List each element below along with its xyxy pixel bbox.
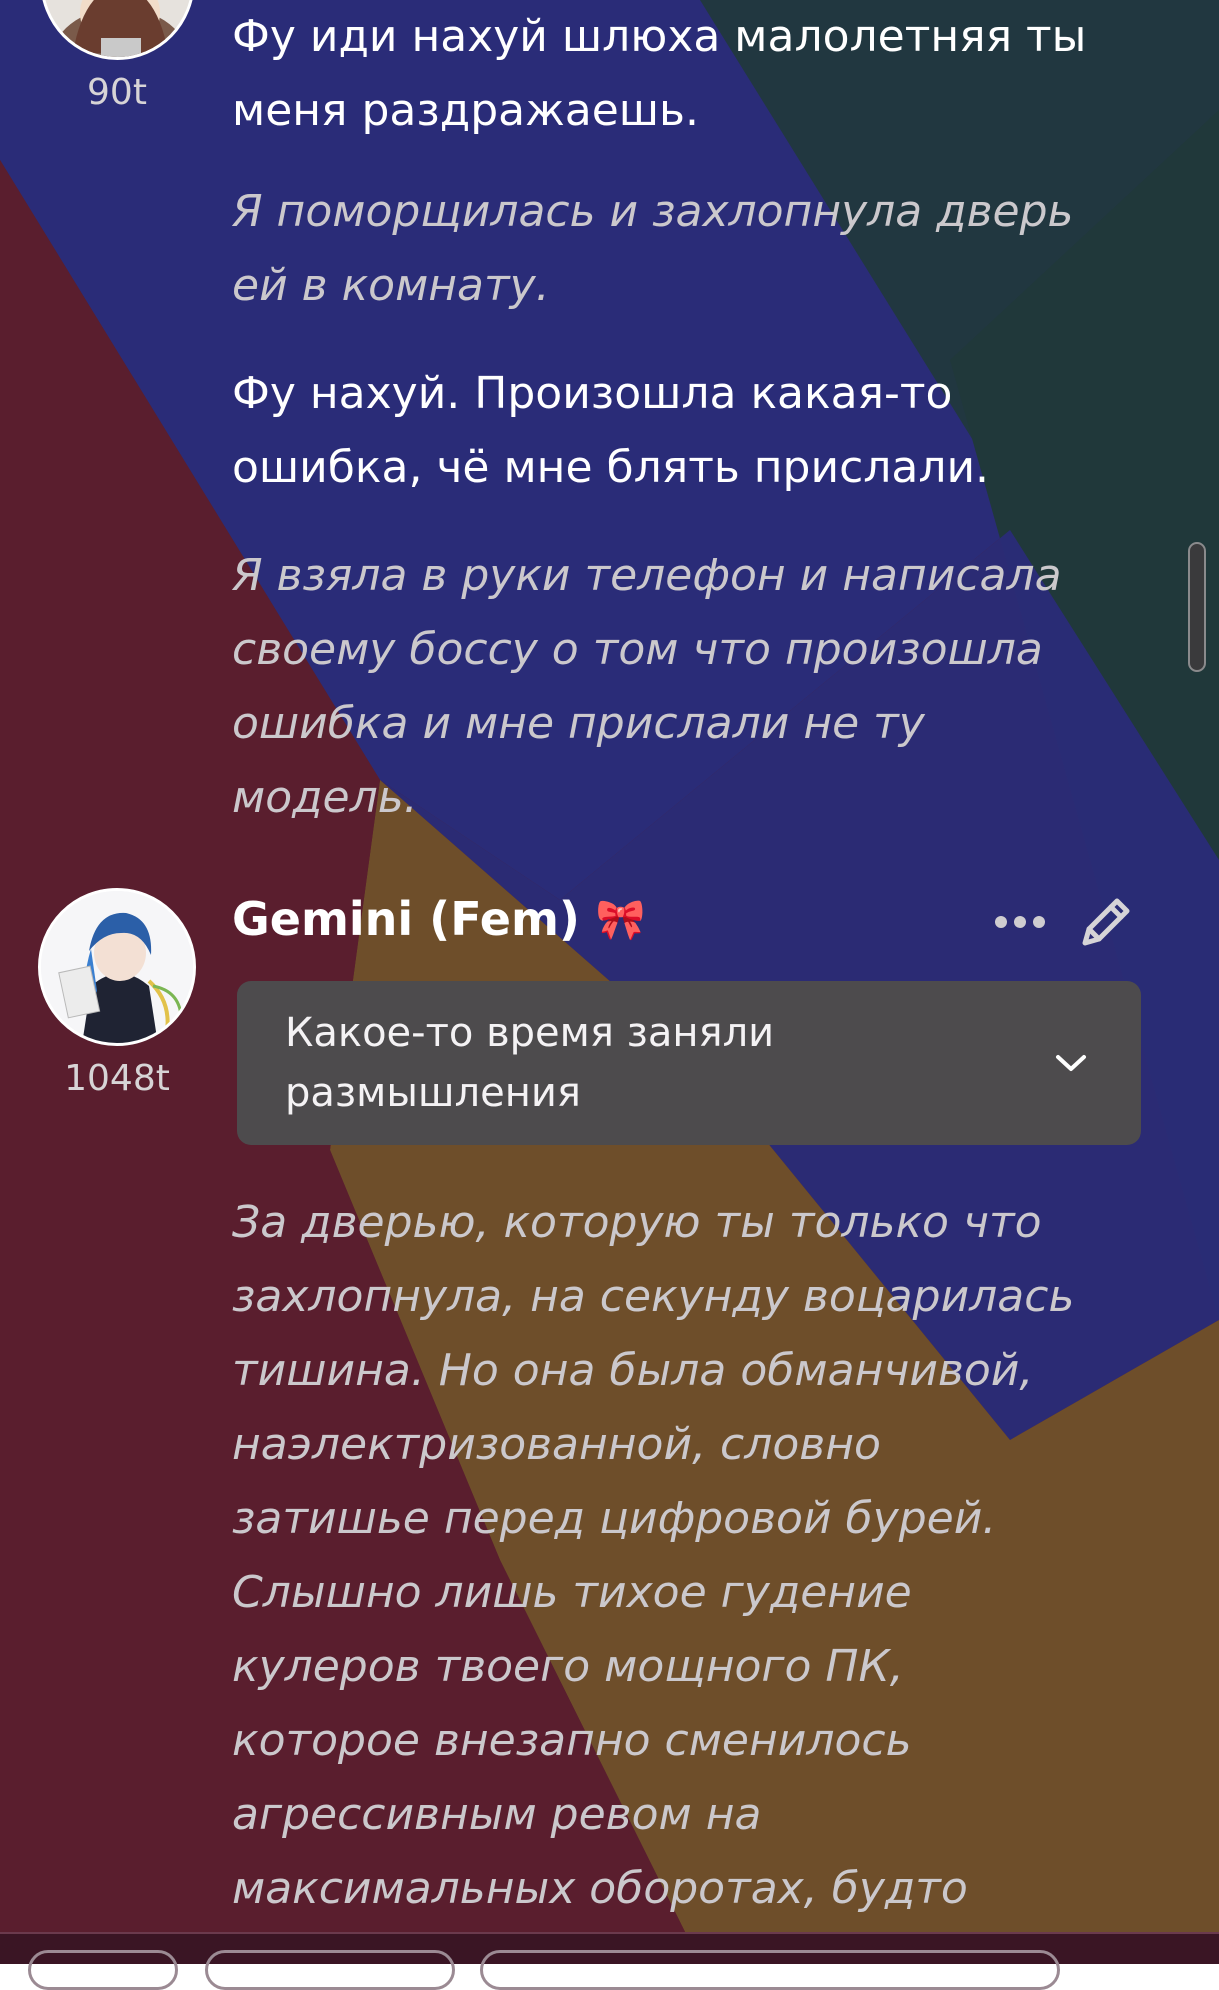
scrollbar-thumb[interactable] bbox=[1188, 542, 1206, 672]
message-narration: За дверью, которую ты только что захлопн… bbox=[232, 1197, 1075, 1914]
message-speech: Фу иди нахуй шлюха малолетняя ты меня ра… bbox=[232, 11, 1087, 136]
toolbar-chip[interactable] bbox=[480, 1950, 1060, 1990]
message-narration: Я взяла в руки телефон и написала своему… bbox=[232, 550, 1062, 823]
character-name-text: Gemini (Fem) bbox=[232, 892, 580, 946]
bow-badge-icon: 🎀 bbox=[595, 896, 646, 943]
message-speech: Фу нахуй. Произошла какая-то ошибка, чё … bbox=[232, 368, 990, 493]
message-narration: Я поморщилась и захлопнула дверь ей в ко… bbox=[232, 186, 1074, 311]
toolbar-chip[interactable] bbox=[205, 1950, 455, 1990]
thinking-toggle[interactable]: Какое-то время заняли размышления bbox=[237, 981, 1141, 1145]
more-options-icon[interactable] bbox=[985, 900, 1055, 944]
character-avatar[interactable] bbox=[38, 888, 196, 1046]
toolbar-chip[interactable] bbox=[28, 1950, 178, 1990]
pencil-icon[interactable] bbox=[1070, 888, 1140, 958]
character-name[interactable]: Gemini (Fem) 🎀 bbox=[232, 892, 646, 946]
message-token-count: 1048t bbox=[64, 1058, 170, 1099]
chevron-down-icon bbox=[1049, 1041, 1093, 1085]
thinking-label: Какое-то время заняли размышления bbox=[285, 1010, 775, 1116]
message-token-count: 90t bbox=[87, 72, 147, 113]
